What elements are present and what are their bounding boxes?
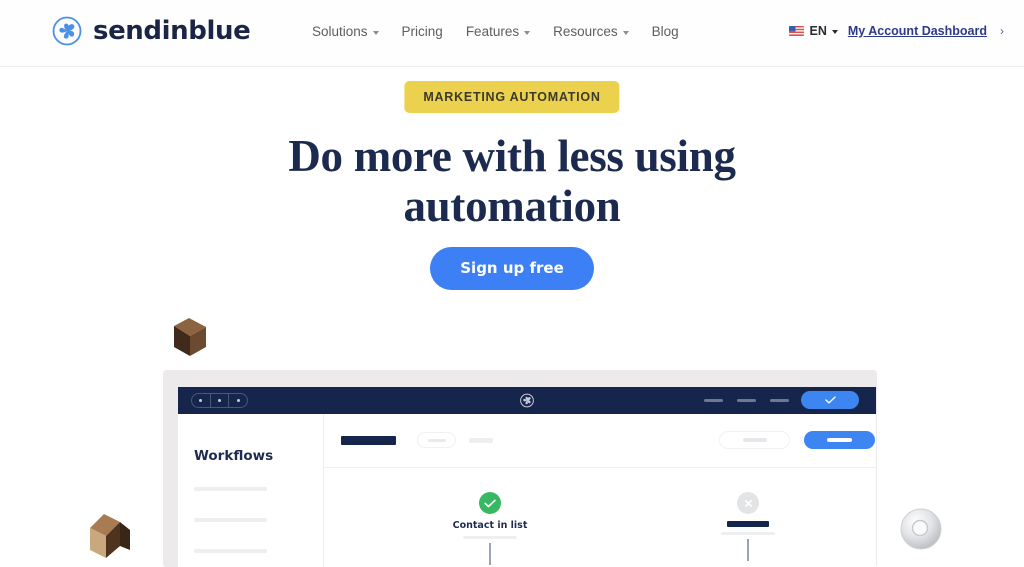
nav-label: Pricing [401, 24, 443, 39]
node-connector-line [747, 538, 749, 561]
nav-label: Blog [651, 24, 679, 39]
dot-icon [236, 399, 240, 402]
sendinblue-pinwheel-logo-icon [520, 393, 534, 408]
nav-label: Resources [553, 24, 618, 39]
toolbar-title-placeholder [341, 436, 396, 445]
language-selector[interactable]: EN [789, 24, 838, 38]
sendinblue-pinwheel-logo-icon [52, 16, 82, 46]
node-connector-line [489, 542, 491, 565]
language-code: EN [809, 24, 827, 38]
chevron-down-icon [524, 30, 531, 35]
decorative-metal-torus-right [898, 505, 944, 553]
nav-item-resources[interactable]: Resources [553, 24, 629, 39]
nav-item-features[interactable]: Features [465, 24, 531, 39]
sidebar-placeholder-2 [194, 518, 267, 522]
node-divider [721, 532, 775, 535]
headline-line-1: Do more with less using [288, 131, 736, 181]
app-toolbar [324, 414, 876, 468]
torus-3d-icon [900, 508, 942, 550]
toolbar-primary-button[interactable] [804, 431, 875, 449]
page-title: Do more with less using automation [0, 131, 1024, 232]
app-content-area: Contact in list [324, 414, 876, 567]
chevron-down-icon [622, 30, 629, 35]
decorative-wood-block-left [86, 508, 136, 566]
chevron-down-icon [831, 30, 838, 34]
close-icon [744, 499, 752, 507]
category-badge: MARKETING AUTOMATION [404, 81, 620, 113]
workflow-node-label-placeholder [727, 521, 769, 527]
pill-inner [742, 438, 767, 442]
check-icon [824, 396, 836, 404]
account-dashboard-link[interactable]: My Account Dashboard [848, 24, 987, 38]
block-3d-icon [90, 514, 130, 558]
brand-logo[interactable]: sendinblue [52, 16, 251, 46]
nav-item-blog[interactable]: Blog [652, 24, 679, 39]
dot-icon [199, 399, 203, 402]
headline-line-2: automation [403, 181, 621, 232]
brand-name: sendinblue [93, 16, 251, 46]
app-titlebar [178, 387, 876, 414]
cube-3d-icon [174, 318, 206, 356]
nav-label: Solutions [312, 24, 368, 39]
main-navigation: Solutions Pricing Features Resources Blo… [312, 24, 679, 39]
decorative-wood-cube-top [168, 314, 210, 362]
nav-label: Features [465, 24, 520, 39]
window-control-3[interactable] [229, 394, 247, 407]
titlebar-confirm-button[interactable] [801, 391, 859, 409]
app-sidebar: Workflows [178, 414, 324, 567]
window-control-1[interactable] [192, 394, 211, 407]
site-header: sendinblue Solutions Pricing Features Re… [0, 0, 1024, 67]
chevron-down-icon [372, 30, 379, 35]
toolbar-text-placeholder [469, 438, 493, 443]
check-icon [484, 499, 496, 507]
us-flag-icon [789, 26, 805, 36]
titlebar-placeholder-1 [704, 399, 723, 402]
cta-container: Sign up free [0, 247, 1024, 290]
sidebar-placeholder-3 [194, 549, 267, 553]
signup-free-button[interactable]: Sign up free [430, 247, 594, 290]
window-control-2[interactable] [211, 394, 230, 407]
app-mockup-frame: Workflows Contact in list [163, 370, 877, 567]
workflow-node-secondary[interactable] [693, 492, 803, 561]
pill-inner [427, 438, 446, 442]
app-window: Workflows Contact in list [178, 387, 876, 567]
page-root: sendinblue Solutions Pricing Features Re… [0, 0, 1024, 567]
workflow-node-label: Contact in list [452, 520, 528, 531]
sidebar-placeholder-1 [194, 487, 267, 491]
header-right-group: EN My Account Dashboard › [789, 24, 1004, 38]
window-controls-group[interactable] [191, 393, 248, 408]
close-circle-icon [737, 492, 759, 514]
nav-item-solutions[interactable]: Solutions [312, 24, 379, 39]
node-divider [463, 536, 517, 539]
button-inner [827, 438, 852, 442]
toolbar-tab-placeholder[interactable] [417, 432, 456, 448]
sidebar-title-workflows: Workflows [194, 448, 274, 464]
check-circle-icon [479, 492, 501, 514]
workflow-node-contact-in-list[interactable]: Contact in list [435, 492, 545, 565]
dot-icon [218, 399, 221, 402]
titlebar-placeholder-2 [737, 399, 756, 402]
nav-item-pricing[interactable]: Pricing [402, 24, 443, 39]
toolbar-secondary-button[interactable] [719, 431, 790, 449]
chevron-right-icon: › [1000, 24, 1004, 38]
titlebar-placeholder-3 [770, 399, 789, 402]
